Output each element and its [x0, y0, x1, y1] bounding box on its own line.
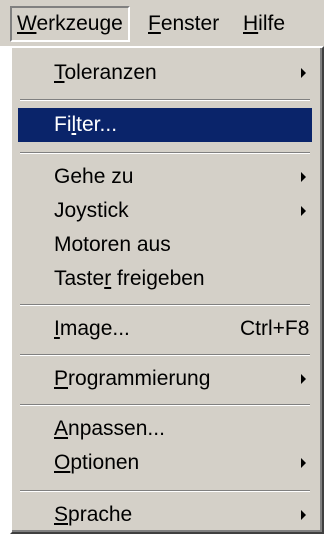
label-rest: rogrammierung — [68, 367, 211, 390]
menu-werkzeuge-accel: W — [17, 12, 37, 35]
menu-item-optionen-label: Optionen — [54, 446, 139, 480]
label-accel: P — [54, 367, 69, 390]
label-accel: S — [54, 503, 69, 526]
menu-item-sprache[interactable]: Sprache — [18, 498, 312, 532]
menu-item-motoren-aus[interactable]: Motoren aus — [18, 228, 312, 262]
menu-item-programmierung[interactable]: Programmierung — [18, 362, 312, 396]
submenu-arrow-icon — [301, 510, 306, 520]
menu-fenster[interactable]: Fenster — [143, 6, 224, 42]
menu-separator — [20, 354, 310, 356]
menu-separator — [20, 152, 310, 154]
menu-item-anpassen-label: Anpassen... — [54, 412, 165, 446]
label-prefix: Taste — [54, 267, 105, 290]
label-accel: T — [54, 61, 65, 84]
menu-separator — [20, 304, 310, 306]
label-rest: prache — [68, 503, 133, 526]
menu-item-image-shortcut: Ctrl+F8 — [240, 317, 310, 340]
werkzeuge-dropdown-menu: Toleranzen Filter... Gehe zu Joystick Mo… — [10, 46, 324, 534]
label-rest: npassen... — [68, 417, 165, 440]
menu-item-filter-label: Filter... — [54, 108, 117, 142]
label-prefix: Motoren aus — [54, 233, 171, 256]
submenu-arrow-icon — [301, 374, 306, 384]
menu-item-gehe-zu[interactable]: Gehe zu — [18, 160, 312, 194]
menu-item-gehe-zu-label: Gehe zu — [54, 160, 133, 194]
menu-item-optionen[interactable]: Optionen — [18, 446, 312, 480]
menu-item-image-label: Image... — [54, 312, 130, 346]
menu-separator — [20, 99, 310, 101]
menu-item-programmierung-label: Programmierung — [54, 362, 210, 396]
menu-hilfe[interactable]: Hilfe — [238, 6, 290, 42]
menu-werkzeuge-rest: erkzeuge — [36, 12, 123, 35]
menu-item-motoren-aus-label: Motoren aus — [54, 228, 171, 262]
menu-item-toleranzen[interactable]: Toleranzen — [18, 56, 312, 90]
label-rest: oleranzen — [64, 61, 157, 84]
menu-fenster-accel: F — [148, 12, 161, 35]
menu-bar: Werkzeuge Fenster Hilfe — [0, 0, 324, 46]
menu-fenster-rest: enster — [160, 12, 220, 35]
label-prefix: Gehe zu — [54, 165, 134, 188]
label-prefix: Fi — [54, 113, 72, 136]
menu-item-joystick-label: Joystick — [54, 194, 129, 228]
menu-item-image[interactable]: Image... Ctrl+F8 — [18, 312, 312, 346]
submenu-arrow-icon — [301, 458, 306, 468]
menu-item-taster-freigeben[interactable]: Taster freigeben — [18, 262, 312, 296]
menu-item-joystick[interactable]: Joystick — [18, 194, 312, 228]
menu-separator — [20, 404, 310, 406]
label-accel: A — [54, 417, 69, 440]
menu-hilfe-accel: H — [243, 12, 259, 35]
menu-item-taster-freigeben-label: Taster freigeben — [54, 262, 205, 296]
submenu-arrow-icon — [301, 206, 306, 216]
label-rest: mage... — [59, 317, 130, 340]
menu-item-sprache-label: Sprache — [54, 498, 132, 532]
submenu-arrow-icon — [301, 68, 306, 78]
label-rest: freigeben — [111, 267, 205, 290]
menu-item-filter[interactable]: Filter... — [18, 108, 312, 142]
label-accel: O — [54, 451, 71, 474]
label-prefix: Joystick — [54, 199, 129, 222]
label-rest: ptionen — [70, 451, 140, 474]
menu-item-anpassen[interactable]: Anpassen... — [18, 412, 312, 446]
menu-item-toleranzen-label: Toleranzen — [54, 56, 157, 90]
menu-hilfe-rest: ilfe — [258, 12, 286, 35]
menu-werkzeuge[interactable]: Werkzeuge — [10, 6, 130, 42]
menu-separator — [20, 490, 310, 492]
label-rest: ter... — [76, 113, 118, 136]
submenu-arrow-icon — [301, 172, 306, 182]
